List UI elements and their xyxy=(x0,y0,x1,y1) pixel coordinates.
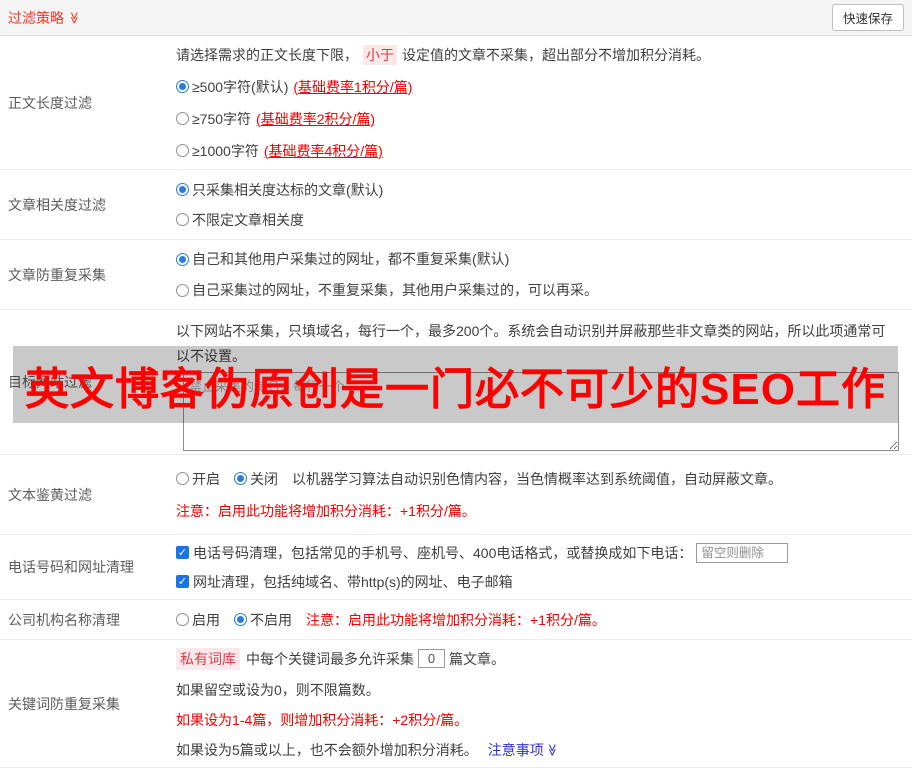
notes-link-label: 注意事项 xyxy=(487,741,544,758)
radio-icon[interactable] xyxy=(176,80,189,93)
row-content: 以下网站不采集，只填域名，每行一个，最多200个。系统会自动识别并屏蔽那些非文章… xyxy=(176,310,912,454)
row-label: 公司机构名称清理 xyxy=(8,611,120,628)
phone-clean-label: 电话号码清理，包括常见的手机号、座机号、400电话格式，或替换成如下电话： xyxy=(193,544,693,561)
row-label: 目标网站过滤 xyxy=(8,374,92,390)
target-sites-description: 以下网站不采集，只填域名，每行一个，最多200个。系统会自动识别并屏蔽那些非文章… xyxy=(176,323,886,364)
row-content: 启用 不启用 注意：启用此功能将增加积分消耗：+1积分/篇。 xyxy=(176,600,912,639)
keyword-note-unlimited: 如果留空或设为0，则不限篇数。 xyxy=(176,681,380,698)
radio-icon[interactable] xyxy=(176,112,189,125)
intro-highlight: 小于 xyxy=(363,44,397,65)
keyword-note-five-plus: 如果设为5篇或以上，也不会额外增加积分消耗。 注意事项 ≫ xyxy=(176,740,902,760)
row-content: 自己和其他用户采集过的网址，都不重复采集(默认) 自己采集过的网址，不重复采集，… xyxy=(176,240,912,309)
row-label: 关键词防重复采集 xyxy=(8,695,120,712)
option-cost: (基础费率4积分/篇) xyxy=(263,142,383,159)
radio-icon[interactable] xyxy=(176,283,189,297)
keyword-note-cost: 如果设为1-4篇，则增加积分消耗：+2积分/篇。 xyxy=(176,711,469,728)
row-article-dedupe: 文章防重复采集 自己和其他用户采集过的网址，都不重复采集(默认) 自己采集过的网… xyxy=(0,240,912,310)
keyword-limit-line: 私有词库 中每个关键词最多允许采集 篇文章。 xyxy=(176,647,902,670)
row-phone-url-clean: 电话号码和网址清理 ✓ 电话号码清理，包括常见的手机号、座机号、400电话格式，… xyxy=(0,535,912,600)
filter-strategy-page: 过滤策略 ≫ 快速保存 正文长度过滤 请选择需求的正文长度下限， 小于 设定值的… xyxy=(0,0,912,768)
radio-icon[interactable] xyxy=(176,183,189,196)
row-content-length-filter: 正文长度过滤 请选择需求的正文长度下限， 小于 设定值的文章不采集，超出部分不增… xyxy=(0,36,912,170)
row-content: 请选择需求的正文长度下限， 小于 设定值的文章不采集，超出部分不增加积分消耗。 … xyxy=(176,36,912,169)
option-on-label[interactable]: 开启 xyxy=(192,469,220,489)
section-collapse-toggle[interactable]: 过滤策略 ≫ xyxy=(8,8,81,28)
url-clean-label: 网址清理，包括纯域名、带http(s)的网址、电子邮箱 xyxy=(193,573,513,590)
intro-prefix: 请选择需求的正文长度下限， xyxy=(176,46,358,63)
option-label: ≥750字符 xyxy=(192,110,252,127)
row-content: 私有词库 中每个关键词最多允许采集 篇文章。 如果留空或设为0，则不限篇数。 如… xyxy=(176,640,912,767)
radio-icon[interactable] xyxy=(176,252,189,266)
row-keyword-dedupe: 关键词防重复采集 私有词库 中每个关键词最多允许采集 篇文章。 如果留空或设为0… xyxy=(0,640,912,768)
relevance-option-strict[interactable]: 只采集相关度达标的文章(默认) xyxy=(176,180,902,200)
blocked-domains-textarea[interactable] xyxy=(183,372,899,451)
porn-filter-description: 以机器学习算法自动识别色情内容，当色情概率达到系统阈值，自动屏蔽文章。 xyxy=(292,470,782,487)
porn-filter-note: 注意：启用此功能将增加积分消耗：+1积分/篇。 xyxy=(176,502,476,519)
five-plus-text: 如果设为5篇或以上，也不会额外增加积分消耗。 xyxy=(176,741,478,758)
porn-filter-options: 开启 关闭 以机器学习算法自动识别色情内容，当色情概率达到系统阈值，自动屏蔽文章… xyxy=(176,469,902,489)
dedupe-option-global[interactable]: 自己和其他用户采集过的网址，都不重复采集(默认) xyxy=(176,249,902,269)
length-intro: 请选择需求的正文长度下限， 小于 设定值的文章不采集，超出部分不增加积分消耗。 xyxy=(176,44,902,65)
header-bar: 过滤策略 ≫ 快速保存 xyxy=(0,0,912,36)
row-content: 只采集相关度达标的文章(默认) 不限定文章相关度 xyxy=(176,170,912,239)
row-label: 正文长度过滤 xyxy=(8,94,92,111)
length-option-500[interactable]: ≥500字符(默认) (基础费率1积分/篇) xyxy=(176,77,902,97)
row-label: 文章防重复采集 xyxy=(8,266,106,283)
limit-text-suffix: 篇文章。 xyxy=(449,650,505,667)
radio-icon[interactable] xyxy=(176,144,189,157)
replacement-phone-input[interactable] xyxy=(696,542,789,563)
checkbox-icon-checked[interactable]: ✓ xyxy=(176,575,189,588)
dedupe-option-self[interactable]: 自己采集过的网址，不重复采集，其他用户采集过的，可以再采。 xyxy=(176,280,902,300)
quick-save-button[interactable]: 快速保存 xyxy=(831,4,904,31)
row-label: 文章相关度过滤 xyxy=(8,196,106,213)
length-option-1000[interactable]: ≥1000字符 (基础费率4积分/篇) xyxy=(176,141,902,161)
phone-clean-option[interactable]: ✓ 电话号码清理，包括常见的手机号、座机号、400电话格式，或替换成如下电话： xyxy=(176,542,902,563)
option-label: 不限定文章相关度 xyxy=(192,211,304,228)
option-cost: (基础费率2积分/篇) xyxy=(256,110,376,127)
private-lexicon-link[interactable]: 私有词库 xyxy=(176,647,240,670)
radio-icon-disable[interactable] xyxy=(234,613,247,626)
row-company-name-clean: 公司机构名称清理 启用 不启用 注意：启用此功能将增加积分消耗：+1积分/篇。 xyxy=(0,600,912,640)
row-label: 电话号码和网址清理 xyxy=(8,559,134,575)
radio-icon-on[interactable] xyxy=(176,472,189,485)
row-label: 文本鉴黄过滤 xyxy=(8,486,92,503)
radio-icon-off[interactable] xyxy=(234,472,247,485)
row-target-site-filter: 目标网站过滤 以下网站不采集，只填域名，每行一个，最多200个。系统会自动识别并… xyxy=(0,310,912,455)
row-porn-filter: 文本鉴黄过滤 开启 关闭 以机器学习算法自动识别色情内容，当色情概率达到系统阈值… xyxy=(0,455,912,535)
notes-link[interactable]: 注意事项 ≫ xyxy=(488,740,559,760)
company-clean-note: 注意：启用此功能将增加积分消耗：+1积分/篇。 xyxy=(306,611,606,628)
option-enable-label[interactable]: 启用 xyxy=(192,610,220,630)
intro-suffix: 设定值的文章不采集，超出部分不增加积分消耗。 xyxy=(402,46,710,63)
company-clean-options: 启用 不启用 注意：启用此功能将增加积分消耗：+1积分/篇。 xyxy=(176,610,902,630)
row-relevance-filter: 文章相关度过滤 只采集相关度达标的文章(默认) 不限定文章相关度 xyxy=(0,170,912,240)
option-disable-label[interactable]: 不启用 xyxy=(250,610,292,630)
option-label: 自己和其他用户采集过的网址，都不重复采集(默认) xyxy=(192,251,510,267)
row-content: 开启 关闭 以机器学习算法自动识别色情内容，当色情概率达到系统阈值，自动屏蔽文章… xyxy=(176,455,912,534)
option-off-label[interactable]: 关闭 xyxy=(250,469,278,489)
page-title: 过滤策略 xyxy=(8,9,64,26)
option-label: ≥1000字符 xyxy=(192,142,259,159)
length-option-750[interactable]: ≥750字符 (基础费率2积分/篇) xyxy=(176,109,902,129)
radio-icon-enable[interactable] xyxy=(176,613,189,626)
option-label: ≥500字符(默认) xyxy=(192,78,289,95)
chevron-double-down-icon: ≫ xyxy=(545,743,560,756)
checkbox-icon-checked[interactable]: ✓ xyxy=(176,546,189,559)
option-label: 只采集相关度达标的文章(默认) xyxy=(192,181,384,198)
relevance-option-any[interactable]: 不限定文章相关度 xyxy=(176,210,902,230)
keyword-count-input[interactable] xyxy=(418,649,445,668)
row-content: ✓ 电话号码清理，包括常见的手机号、座机号、400电话格式，或替换成如下电话： … xyxy=(176,535,912,599)
option-label: 自己采集过的网址，不重复采集，其他用户采集过的，可以再采。 xyxy=(192,282,598,298)
url-clean-option[interactable]: ✓ 网址清理，包括纯域名、带http(s)的网址、电子邮箱 xyxy=(176,572,902,592)
chevron-double-down-icon: ≫ xyxy=(67,11,82,24)
radio-icon[interactable] xyxy=(176,213,189,226)
option-cost: (基础费率1积分/篇) xyxy=(293,78,413,95)
limit-text-mid: 中每个关键词最多允许采集 xyxy=(246,650,414,667)
